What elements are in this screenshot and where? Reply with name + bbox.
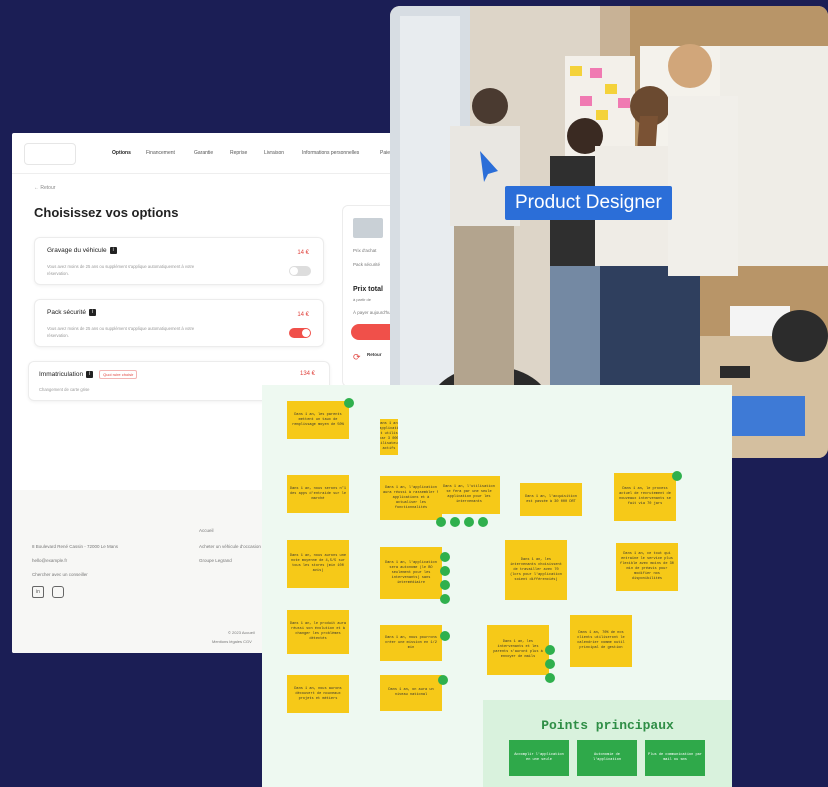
info-icon[interactable]: i [89,309,97,316]
option-description: Vous avez moins de 25 ans ou supplément … [47,264,195,276]
footer-address: 8 Boulevard René Cassin - 72000 Le Mans [32,544,119,549]
footer-copyright: © 2023 Accueil [228,630,255,635]
vote-dot [545,659,555,669]
option-title: Pack sécurité i [47,309,97,316]
car-thumbnail [353,218,383,238]
sticky-note[interactable]: Dans 1 an, les intervenants choisissent … [505,540,567,600]
info-icon[interactable]: i [86,371,94,378]
sticky-note[interactable]: Dans 1 an, nous serons n°1 des apps d'en… [287,475,349,513]
option-description: Vous avez moins de 25 ans ou supplément … [47,326,195,338]
logo-placeholder [24,143,76,165]
vote-dot [545,645,555,655]
tab-paiement[interactable]: Paie [380,150,390,156]
product-designer-badge: Product Designer [505,186,672,220]
summary-label: Prix d'achat [353,248,377,253]
summary-label: Pack sécurité [353,262,381,267]
sticky-note[interactable]: Dans 1 an, le produit aura réussi son év… [287,610,349,654]
tab-informations[interactable]: Informations personnelles [302,150,359,156]
back-link-label: Retour [40,185,56,191]
summary-total-sub: à partir de [353,297,372,302]
sticky-note[interactable]: Dans 1 an, 70% de nos clients utiliseron… [570,615,632,667]
sticky-note[interactable]: Dans 1 an, l'application est utilisée pa… [380,419,398,455]
whiteboard: Dans 1 an, les parents mettent un taux d… [262,385,732,787]
footer-advisor-link[interactable]: Chercher avec un conseiller [32,572,88,577]
option-price: 14 € [297,250,309,256]
back-link[interactable]: ← Retour [34,185,55,191]
footer-column-title: Accueil [199,528,214,533]
page-title: Choisissez vos options [34,205,179,220]
sticky-note[interactable]: Dans 1 an, ce tout qui entraîne le servi… [616,543,678,591]
vote-dot [545,673,555,683]
vote-dot [440,580,450,590]
key-point-card[interactable]: Accomplir l'application en une seule [509,740,569,776]
option-toggle[interactable] [289,328,311,338]
option-tag[interactable]: Quoi ruire choisir [99,370,138,379]
vote-dot [478,517,488,527]
sticky-note[interactable]: Dans 1 an, l'acquisition est passée à 30… [520,483,582,516]
tab-reprise[interactable]: Reprise [230,150,247,156]
info-icon[interactable]: i [109,247,117,254]
tab-garantie[interactable]: Garantie [194,150,213,156]
vote-dot [450,517,460,527]
vote-dot [440,594,450,604]
key-point-card[interactable]: Autonomie de l'application [577,740,637,776]
vote-dot [436,517,446,527]
vote-dot [440,631,450,641]
tab-options[interactable]: Options [112,150,131,156]
footer-link[interactable]: Acheter un véhicule d'occasion [199,544,261,549]
sticky-note[interactable]: Dans 1 an, l'application aura réussi à r… [380,476,442,520]
vote-dot [438,675,448,685]
sticky-note[interactable]: Dans 1 an, nous aurons une note moyenne … [287,540,349,588]
sticky-note[interactable]: Dans 1 an, les intervenants et les paren… [487,625,549,675]
top-navigation: Options Financement Garantie Reprise Liv… [12,133,412,174]
sticky-note[interactable]: Dans 1 an, le process actuel de recrutem… [614,473,676,521]
footer-email[interactable]: hello@example.fr [32,558,67,563]
key-points-panel: Points principaux Accomplir l'applicatio… [483,700,732,787]
option-title: Gravage du véhicule i [47,247,117,254]
summary-total-label: Prix total [353,286,383,293]
sticky-note[interactable]: Dans 1 an, nous pourrons créer une missi… [380,625,442,661]
vote-dot [464,517,474,527]
option-toggle[interactable] [289,266,311,276]
vote-dot [440,566,450,576]
key-points-title: Points principaux [541,718,674,733]
sticky-note[interactable]: Dans 1 an, nous aurons découvert de nouv… [287,675,349,713]
summary-return-label: Retour [367,352,382,357]
instagram-icon[interactable] [52,586,64,598]
option-price: 134 € [299,371,315,377]
option-description: Changement de carte grise [39,387,90,392]
sticky-note[interactable]: Dans 1 an, l'utilisation se fera par une… [438,476,500,514]
option-card-pack-securite: Pack sécurité i Vous avez moins de 25 ans… [34,299,324,347]
summary-note: À payer aujourd'hui [353,310,392,315]
option-title: Immatriculation i Quoi ruire choisir [39,370,138,379]
sticky-note[interactable]: Dans 1 an, on aura un niveau national [380,675,442,711]
footer-link[interactable]: Groupe Legrand [199,558,232,563]
footer-legal[interactable]: Mentions légales CGV [212,639,252,644]
vote-dot [344,398,354,408]
tab-livraison[interactable]: Livraison [264,150,284,156]
linkedin-icon[interactable]: in [32,586,44,598]
option-card-gravage: Gravage du véhicule i Vous avez moins de … [34,237,324,285]
sticky-note[interactable]: Dans 1 an, l'application sera autonome (… [380,547,442,599]
option-price: 14 € [297,312,309,318]
tab-financement[interactable]: Financement [146,150,175,156]
refresh-icon: ⟳ [353,352,361,362]
sticky-note[interactable]: Dans 1 an, les parents mettent un taux d… [287,401,349,439]
vote-dot [440,552,450,562]
vote-dot [672,471,682,481]
key-point-card[interactable]: Plus de communication par mail ou sms [645,740,705,776]
